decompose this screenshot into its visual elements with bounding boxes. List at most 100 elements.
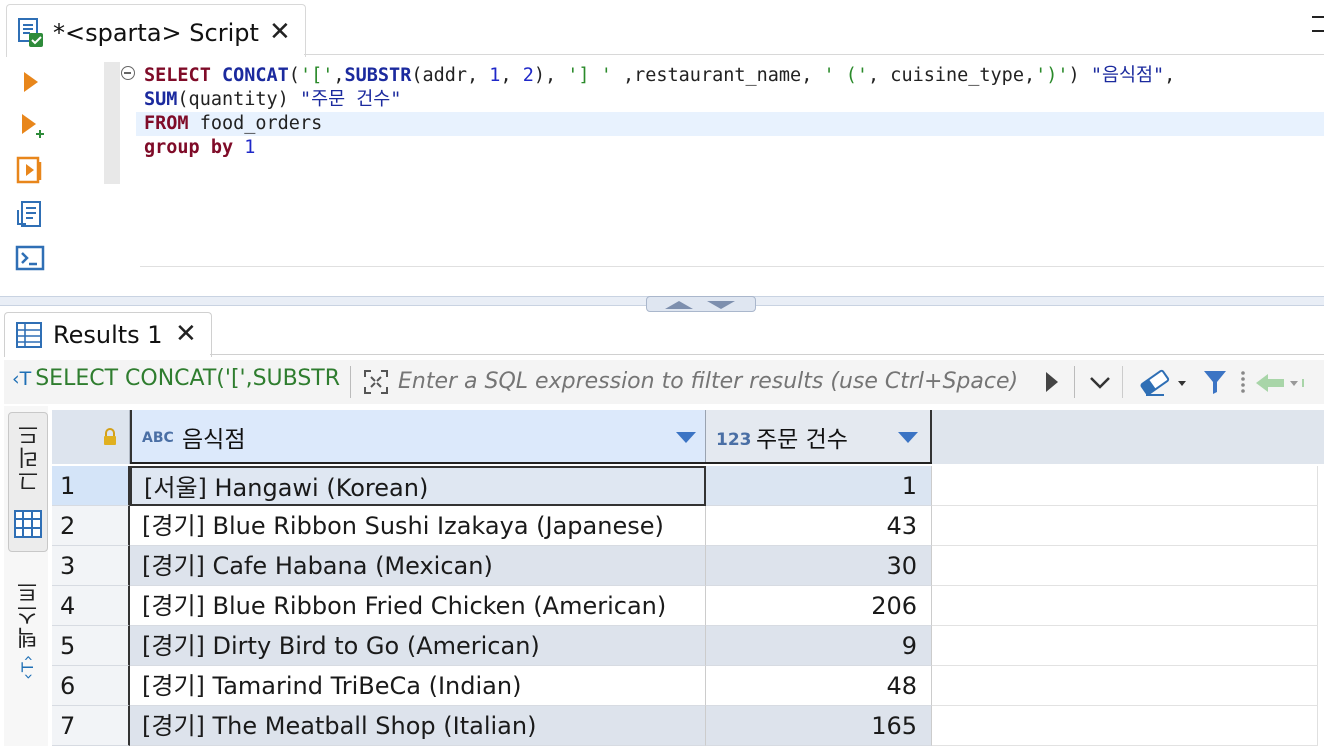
cell-order-count[interactable]: 1	[706, 466, 932, 506]
tab-script-label: *<sparta> Script	[53, 19, 259, 47]
play-icon[interactable]	[1046, 372, 1058, 392]
text-icon: ‹T›	[18, 654, 37, 680]
cell-restaurant[interactable]: [경기] Blue Ribbon Fried Chicken (American…	[130, 586, 706, 626]
cell-order-count[interactable]: 165	[706, 706, 932, 746]
query-source-label[interactable]: ‹T SELECT CONCAT('[',SUBSTR	[12, 366, 346, 391]
sql-script-icon	[15, 17, 47, 53]
console-icon[interactable]	[14, 242, 46, 274]
column-header-order-count[interactable]: 123 주문 건수	[706, 410, 932, 464]
cell-order-count[interactable]: 48	[706, 666, 932, 706]
tab-text-view[interactable]: 텍스트 ‹T›	[8, 570, 46, 690]
divider	[350, 366, 351, 398]
close-icon[interactable]: ✕	[269, 17, 291, 47]
code-line-1: SELECT CONCAT('[',SUBSTR(addr, 1, 2), ']…	[144, 64, 1175, 88]
row-number[interactable]: 5	[52, 626, 130, 666]
code-line-3: FROM food_orders	[144, 112, 1175, 136]
code-token: '] '	[567, 65, 612, 86]
grid-tab-label: 그리드	[18, 423, 43, 492]
splitter-handle[interactable]	[646, 296, 756, 312]
filter-input[interactable]	[398, 366, 1040, 398]
expand-icon[interactable]	[362, 368, 390, 396]
tab-results[interactable]: Results 1 ✕	[4, 312, 212, 357]
cell-restaurant[interactable]: [경기] Dirty Bird to Go (American)	[130, 626, 706, 666]
tab-script[interactable]: *<sparta> Script ✕	[6, 4, 306, 57]
code-token: 1	[244, 137, 256, 158]
divider	[140, 266, 1324, 267]
sort-icon[interactable]	[898, 432, 918, 443]
fold-icon[interactable]	[121, 66, 135, 80]
row-number-header[interactable]	[52, 410, 130, 464]
row-number[interactable]: 7	[52, 706, 130, 746]
back-arrow-icon[interactable]	[1254, 370, 1304, 396]
cell-order-count[interactable]: 43	[706, 506, 932, 546]
execute-script-icon[interactable]	[14, 154, 46, 186]
text-icon: ‹T	[12, 368, 32, 390]
grid-icon	[13, 509, 43, 543]
cell-restaurant[interactable]: [경기] The Meatball Shop (Italian)	[130, 706, 706, 746]
divider	[1122, 366, 1123, 398]
close-icon[interactable]: ✕	[175, 319, 197, 349]
row-filler	[932, 586, 1318, 626]
code-token: ),	[533, 65, 568, 86]
row-filler	[932, 626, 1318, 666]
row-number[interactable]: 3	[52, 546, 130, 586]
run-new-tab-icon[interactable]	[14, 110, 46, 142]
table-row[interactable]: 7 [경기] The Meatball Shop (Italian) 165	[52, 706, 1324, 746]
row-number[interactable]: 6	[52, 666, 130, 706]
cell-order-count[interactable]: 206	[706, 586, 932, 626]
row-filler	[932, 666, 1318, 706]
code-token: SUM	[144, 89, 178, 110]
number-type-icon: 123	[716, 430, 752, 450]
code-token: ,restaurant_name,	[611, 65, 824, 86]
code-token: (quantity)	[177, 89, 300, 110]
filter-icon[interactable]	[1202, 368, 1228, 396]
eraser-icon[interactable]	[1140, 368, 1188, 398]
editor-toolbar	[8, 60, 52, 300]
code-token: (addr,	[411, 65, 490, 86]
tab-grid-view[interactable]: 그리드	[8, 412, 48, 552]
minimize-icon[interactable]	[1312, 16, 1324, 18]
cell-restaurant[interactable]: [경기] Blue Ribbon Sushi Izakaya (Japanese…	[130, 506, 706, 546]
table-row[interactable]: 2 [경기] Blue Ribbon Sushi Izakaya (Japane…	[52, 506, 1324, 546]
code-token: 1	[489, 65, 501, 86]
cell-restaurant[interactable]: [경기] Cafe Habana (Mexican)	[130, 546, 706, 586]
column-header-restaurant[interactable]: ABC 음식점	[130, 410, 706, 464]
query-source-text: SELECT CONCAT('[',SUBSTR	[35, 366, 341, 391]
code-token: (	[288, 65, 300, 86]
sql-code[interactable]: SELECT CONCAT('[',SUBSTR(addr, 1, 2), ']…	[144, 64, 1175, 160]
more-icon[interactable]	[1240, 368, 1246, 396]
filter-history-dropdown[interactable]	[1086, 366, 1114, 398]
row-number[interactable]: 2	[52, 506, 130, 546]
code-token: ,	[333, 65, 345, 86]
cell-order-count[interactable]: 30	[706, 546, 932, 586]
code-token: by	[210, 137, 234, 158]
row-filler	[932, 506, 1318, 546]
cell-restaurant[interactable]: [서울] Hangawi (Korean)	[130, 466, 706, 506]
table-row[interactable]: 4 [경기] Blue Ribbon Fried Chicken (Americ…	[52, 586, 1324, 626]
code-token: ')'	[1035, 65, 1069, 86]
table-row[interactable]: 1 [서울] Hangawi (Korean) 1	[52, 466, 1324, 506]
cell-restaurant[interactable]: [경기] Tamarind TriBeCa (Indian)	[130, 666, 706, 706]
table-row[interactable]: 5 [경기] Dirty Bird to Go (American) 9	[52, 626, 1324, 666]
lock-icon	[102, 428, 118, 450]
chevron-down-icon	[1090, 377, 1110, 389]
column-title: 주문 건수	[756, 427, 848, 453]
tab-results-label: Results 1	[53, 321, 163, 349]
sort-icon[interactable]	[676, 432, 696, 443]
row-number[interactable]: 4	[52, 586, 130, 626]
explain-plan-icon[interactable]	[14, 198, 46, 230]
row-number[interactable]: 1	[52, 466, 130, 506]
table-row[interactable]: 6 [경기] Tamarind TriBeCa (Indian) 48	[52, 666, 1324, 706]
run-statement-icon[interactable]	[14, 66, 46, 98]
grid-table-icon	[15, 321, 43, 353]
code-token: SUBSTR	[344, 65, 412, 86]
code-token: CONCAT	[221, 65, 289, 86]
code-token: FROM	[144, 113, 189, 134]
collapse-arrows-icon	[665, 301, 735, 309]
table-row[interactable]: 3 [경기] Cafe Habana (Mexican) 30	[52, 546, 1324, 586]
code-token: '['	[299, 65, 334, 86]
cell-order-count[interactable]: 9	[706, 626, 932, 666]
